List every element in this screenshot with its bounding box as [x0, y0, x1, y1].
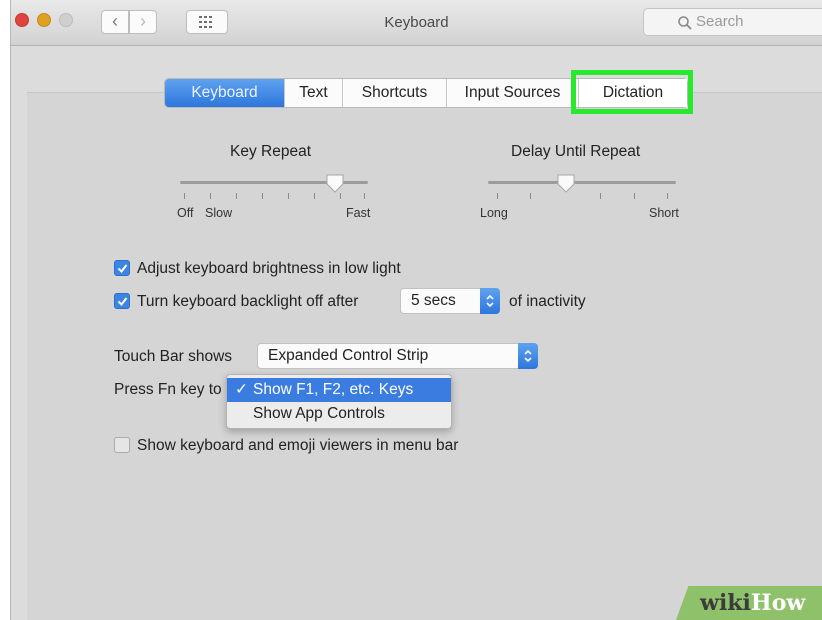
tick [340, 193, 341, 199]
backlight-label: Turn keyboard backlight off after [137, 293, 359, 310]
menu-item-label: Show App Controls [253, 405, 385, 422]
backlight-checkbox[interactable] [114, 293, 130, 309]
tick [634, 193, 635, 199]
checkmark-icon [117, 264, 128, 274]
backlight-timeout-value: 5 secs [411, 292, 456, 309]
tab-text[interactable]: Text [285, 79, 343, 107]
search-icon [678, 16, 692, 30]
brightness-label: Adjust keyboard brightness in low light [137, 260, 401, 277]
tab-dictation[interactable]: Dictation [579, 79, 687, 107]
tick [600, 193, 601, 199]
tab-bar: Keyboard Text Shortcuts Input Sources Di… [164, 78, 688, 108]
fn-key-label: Press Fn key to [114, 381, 222, 398]
menu-item-label: Show F1, F2, etc. Keys [253, 381, 414, 398]
watermark-logo: wikiHow [700, 590, 806, 616]
tick [236, 193, 237, 199]
checkmark-icon [117, 297, 128, 307]
delay-until-repeat-title: Delay Until Repeat [511, 143, 641, 160]
key-repeat-slider-thumb[interactable] [325, 173, 345, 193]
backlight-suffix: of inactivity [509, 293, 586, 310]
touch-bar-popup[interactable]: Expanded Control Strip [257, 343, 538, 369]
key-repeat-off-label: Off [177, 206, 194, 220]
checkmark-icon: ✓ [235, 381, 248, 398]
search-placeholder: Search [696, 13, 744, 30]
menu-item-show-f-keys[interactable]: ✓ Show F1, F2, etc. Keys [227, 378, 451, 402]
touch-bar-value: Expanded Control Strip [268, 347, 429, 364]
viewers-label: Show keyboard and emoji viewers in menu … [137, 437, 459, 454]
key-repeat-title: Key Repeat [230, 143, 311, 160]
tab-input-sources[interactable]: Input Sources [447, 79, 579, 107]
tab-shortcuts[interactable]: Shortcuts [343, 79, 447, 107]
touch-bar-label: Touch Bar shows [114, 348, 233, 365]
key-repeat-slow-label: Slow [205, 206, 233, 220]
title-bar: ‹ › Keyboard Search [11, 0, 822, 46]
brightness-checkbox[interactable] [114, 260, 130, 276]
popup-arrows-icon [518, 343, 538, 369]
key-repeat-fast-label: Fast [346, 206, 371, 220]
popup-arrows-icon [480, 288, 500, 314]
tick [364, 193, 365, 199]
tick [497, 193, 498, 199]
fn-key-dropdown-menu: ✓ Show F1, F2, etc. Keys Show App Contro… [226, 374, 452, 429]
tick [210, 193, 211, 199]
tick [262, 193, 263, 199]
delay-short-label: Short [649, 206, 679, 220]
delay-long-label: Long [480, 206, 508, 220]
backlight-timeout-popup[interactable]: 5 secs [400, 288, 500, 314]
tick [288, 193, 289, 199]
delay-until-repeat-track[interactable] [488, 181, 676, 184]
tick [530, 193, 531, 199]
menu-item-show-app-controls[interactable]: Show App Controls [227, 402, 451, 426]
tick [184, 193, 185, 199]
tick [667, 193, 668, 199]
delay-until-repeat-slider-thumb[interactable] [556, 173, 576, 193]
tick [314, 193, 315, 199]
tab-keyboard[interactable]: Keyboard [165, 79, 285, 107]
search-field[interactable]: Search [643, 8, 822, 36]
viewers-checkbox[interactable] [114, 437, 130, 453]
